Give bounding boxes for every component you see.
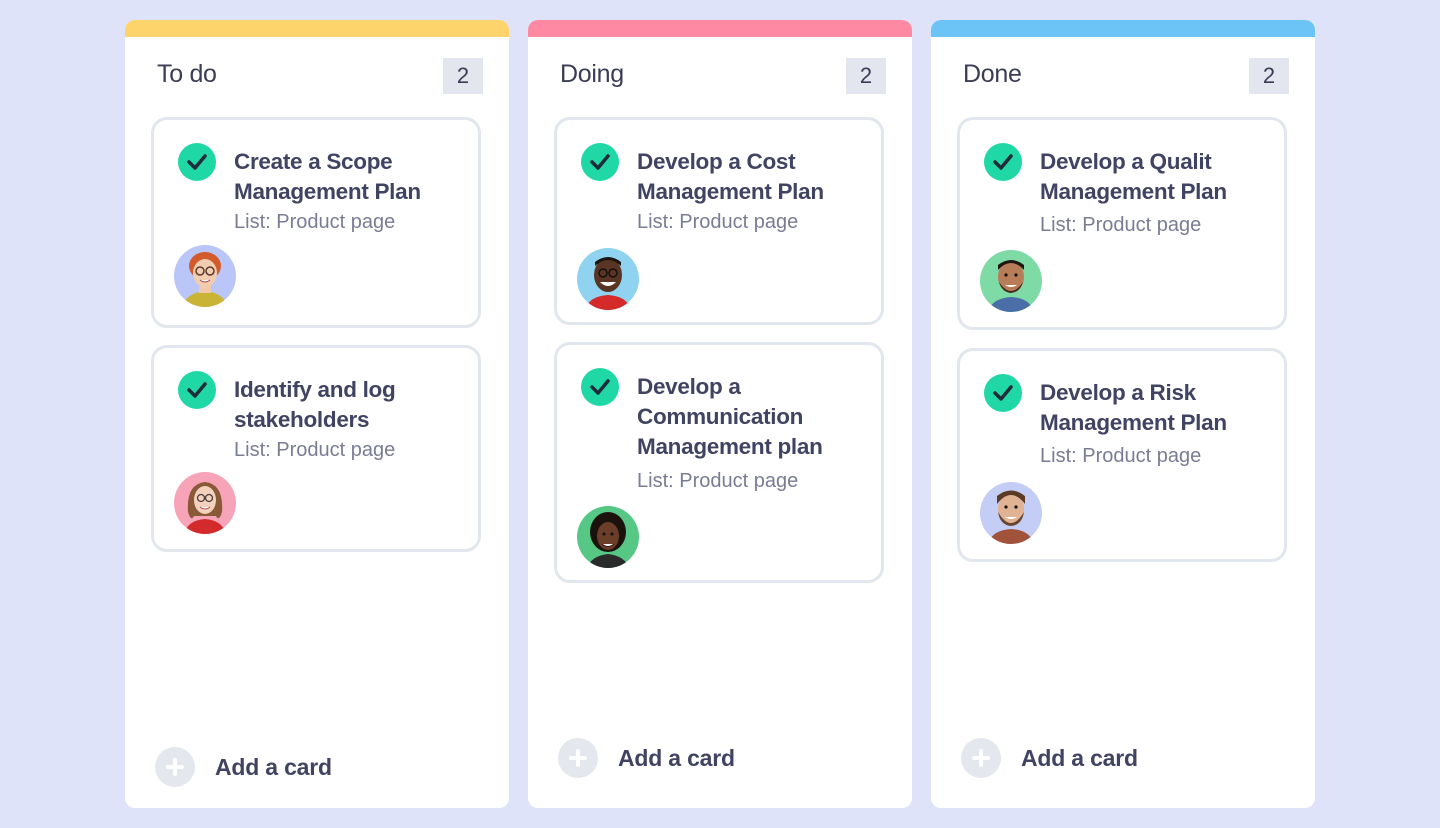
card-title: Identify and log stakeholders xyxy=(234,377,396,432)
card-list-label: List: Product page xyxy=(1040,445,1202,467)
column-title: To do xyxy=(157,60,217,88)
check-icon[interactable] xyxy=(581,368,619,406)
card-title: Create a Scope Management Plan xyxy=(234,149,421,204)
avatar xyxy=(980,482,1042,544)
check-icon[interactable] xyxy=(581,143,619,181)
add-card-button[interactable]: Add a card xyxy=(155,747,332,787)
plus-icon xyxy=(558,738,598,778)
card-list-label: List: Product page xyxy=(637,470,799,492)
check-icon[interactable] xyxy=(984,143,1022,181)
column-count-badge: 2 xyxy=(443,58,483,94)
task-card[interactable]: Develop a Cost Management Plan List: Pro… xyxy=(554,117,884,325)
kanban-board: To do 2 Create a Scope Management Plan L… xyxy=(125,20,1315,808)
card-list-label: List: Product page xyxy=(637,211,799,233)
card-list-label: List: Product page xyxy=(234,211,396,233)
task-card[interactable]: Develop a Communication Management plan … xyxy=(554,342,884,583)
column-title: Doing xyxy=(560,60,624,88)
plus-icon xyxy=(961,738,1001,778)
task-card[interactable]: Develop a Risk Management Plan List: Pro… xyxy=(957,348,1287,562)
column-accent-bar xyxy=(931,20,1315,37)
column-count-badge: 2 xyxy=(1249,58,1289,94)
add-card-label: Add a card xyxy=(618,744,735,771)
avatar xyxy=(174,245,236,307)
card-title: Develop a Communication Management plan xyxy=(637,374,823,459)
avatar xyxy=(980,250,1042,312)
column-todo: To do 2 Create a Scope Management Plan L… xyxy=(125,20,509,808)
column-accent-bar xyxy=(528,20,912,37)
add-card-label: Add a card xyxy=(1021,744,1138,771)
check-icon[interactable] xyxy=(984,374,1022,412)
avatar xyxy=(577,248,639,310)
avatar xyxy=(174,472,236,534)
task-card[interactable]: Identify and log stakeholders List: Prod… xyxy=(151,345,481,552)
card-title: Develop a Cost Management Plan xyxy=(637,149,824,204)
column-accent-bar xyxy=(125,20,509,37)
add-card-button[interactable]: Add a card xyxy=(961,738,1138,778)
task-card[interactable]: Create a Scope Management Plan List: Pro… xyxy=(151,117,481,328)
avatar xyxy=(577,506,639,568)
plus-icon xyxy=(155,747,195,787)
task-card[interactable]: Develop a Qualit Management Plan List: P… xyxy=(957,117,1287,330)
card-title: Develop a Risk Management Plan xyxy=(1040,380,1227,435)
card-list-label: List: Product page xyxy=(1040,214,1202,236)
check-icon[interactable] xyxy=(178,371,216,409)
card-list-label: List: Product page xyxy=(234,439,396,461)
column-title: Done xyxy=(963,60,1022,88)
add-card-label: Add a card xyxy=(215,753,332,780)
column-done: Done 2 Develop a Qualit Management Plan … xyxy=(931,20,1315,808)
card-title: Develop a Qualit Management Plan xyxy=(1040,149,1227,204)
column-doing: Doing 2 Develop a Cost Management Plan L… xyxy=(528,20,912,808)
add-card-button[interactable]: Add a card xyxy=(558,738,735,778)
check-icon[interactable] xyxy=(178,143,216,181)
column-count-badge: 2 xyxy=(846,58,886,94)
